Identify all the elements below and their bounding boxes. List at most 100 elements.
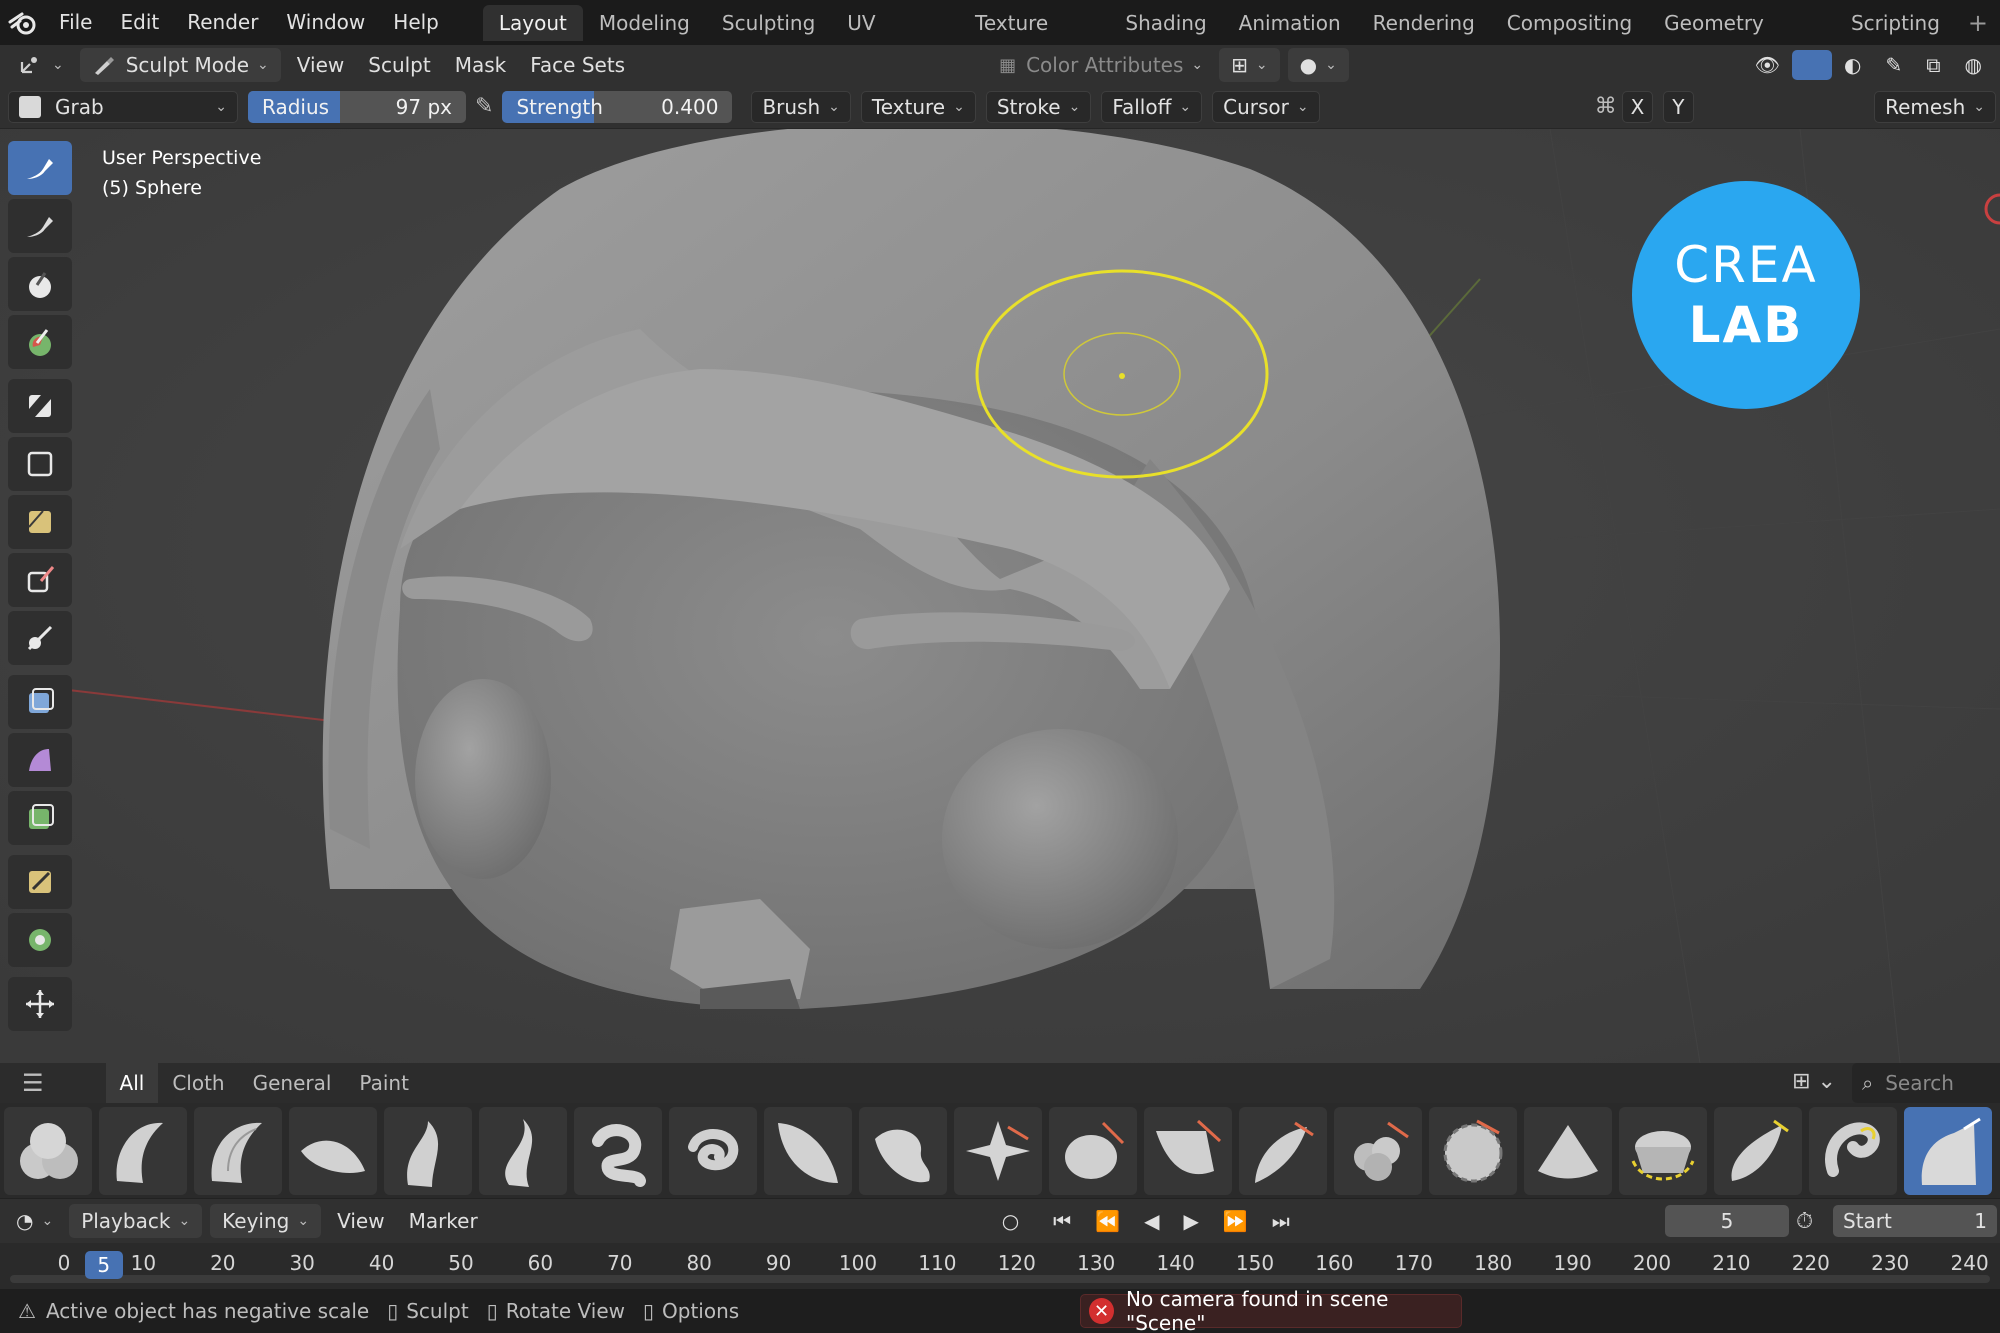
draw-brush-tool[interactable]	[8, 141, 72, 195]
menu-file[interactable]: File	[45, 0, 106, 45]
flatten-brush-thumb[interactable]	[1049, 1106, 1137, 1195]
wireframe-shading-icon[interactable]: ◍	[1953, 48, 1994, 82]
tab-geometry-nodes[interactable]: Geometry Nodes	[1648, 5, 1835, 71]
frame-ruler[interactable]: 0 10 20 30 40 50 60 70 80 90 100 110 120 130 140 150 160…	[0, 1243, 2000, 1289]
elastic-brush-thumb[interactable]	[1809, 1106, 1897, 1195]
multiplane-scrape-brush-thumb[interactable]	[1334, 1106, 1422, 1195]
shelf-tab-all[interactable]: All	[105, 1063, 159, 1103]
blender-logo-icon[interactable]	[0, 0, 45, 45]
menu-sculpt[interactable]: Sculpt	[356, 48, 442, 82]
axis-y-toggle[interactable]: Y	[1663, 90, 1694, 123]
play-reverse-icon[interactable]: ◀	[1132, 1204, 1171, 1238]
pinch2-brush-thumb[interactable]	[1429, 1106, 1517, 1195]
mesh-filter-tool[interactable]	[8, 675, 72, 729]
axis-x-toggle[interactable]: X	[1621, 90, 1654, 123]
draw-sharp-brush-thumb[interactable]	[479, 1106, 567, 1195]
brush-selector[interactable]: Grab ⌄	[8, 90, 238, 123]
keying-menu[interactable]: Keying ⌄	[210, 1204, 322, 1238]
jump-to-start-icon[interactable]: ⏮	[1041, 1204, 1083, 1238]
draw-brush-thumb[interactable]	[384, 1106, 472, 1195]
line-project-tool[interactable]	[8, 611, 72, 665]
tab-uv-editing[interactable]: UV Editing	[831, 5, 959, 71]
snake-hook-brush-thumb[interactable]	[1524, 1106, 1612, 1195]
tab-rendering[interactable]: Rendering	[1357, 5, 1491, 41]
menu-mask[interactable]: Mask	[443, 48, 519, 82]
shelf-tab-paint[interactable]: Paint	[345, 1063, 423, 1103]
menu-view[interactable]: View	[285, 48, 356, 82]
thumb-brush-thumb[interactable]	[1619, 1106, 1707, 1195]
pivot-dropdown[interactable]: ● ⌄	[1287, 48, 1349, 82]
asset-search-input[interactable]: ⌕ Search	[1852, 1063, 2000, 1103]
current-frame-field[interactable]: 5	[1665, 1205, 1789, 1237]
inflate-brush-thumb[interactable]	[574, 1106, 662, 1195]
timeline-view-menu[interactable]: View	[325, 1204, 396, 1238]
grab-brush-thumb[interactable]	[1904, 1106, 1992, 1195]
menu-edit[interactable]: Edit	[106, 0, 173, 45]
playback-menu[interactable]: Playback ⌄	[69, 1204, 203, 1238]
paint-tool[interactable]	[8, 315, 72, 369]
scrape-brush-thumb[interactable]	[1239, 1106, 1327, 1195]
blob-brush-thumb[interactable]	[4, 1106, 92, 1195]
trim-tool[interactable]	[8, 553, 72, 607]
texture-menu[interactable]: Texture ⌄	[860, 90, 976, 123]
edit-face-set-tool[interactable]	[8, 855, 72, 909]
grab-tool[interactable]	[8, 257, 72, 311]
auto-key-record-icon[interactable]: ○	[990, 1204, 1031, 1238]
visibility-eye-icon[interactable]: 👁	[1743, 48, 1792, 82]
cloth-filter-tool[interactable]	[8, 733, 72, 787]
tab-animation[interactable]: Animation	[1223, 5, 1357, 41]
clay-brush-thumb[interactable]	[99, 1106, 187, 1195]
timeline-editor-type[interactable]: ◔ ⌄	[4, 1204, 65, 1238]
falloff-menu[interactable]: Falloff ⌄	[1101, 90, 1203, 123]
timeline-scrollbar[interactable]	[10, 1275, 1990, 1283]
jump-to-keyframe-back-icon[interactable]: ⏪	[1083, 1204, 1132, 1238]
smooth-brush-thumb[interactable]	[764, 1106, 852, 1195]
face-set-tool[interactable]	[8, 495, 72, 549]
box-mask-tool[interactable]	[8, 437, 72, 491]
hamburger-menu-icon[interactable]: ☰	[0, 1069, 66, 1097]
start-frame-field[interactable]: Start 1	[1833, 1205, 1997, 1237]
overlay-icon[interactable]	[1792, 50, 1833, 80]
mode-selector[interactable]: Sculpt Mode ⌄	[79, 48, 281, 82]
brush-menu[interactable]: Brush ⌄	[751, 90, 851, 123]
shelf-tab-cloth[interactable]: Cloth	[158, 1063, 238, 1103]
add-workspace-button[interactable]: +	[1956, 9, 2000, 37]
stroke-menu[interactable]: Stroke ⌄	[985, 90, 1092, 123]
color-filter-tool[interactable]	[8, 791, 72, 845]
crease-brush-thumb[interactable]	[289, 1106, 377, 1195]
clay-strips-brush-thumb[interactable]	[194, 1106, 282, 1195]
pinch-brush-thumb[interactable]	[954, 1106, 1042, 1195]
editor-type-button[interactable]: ⌄	[6, 48, 76, 82]
tab-shading[interactable]: Shading	[1109, 5, 1222, 41]
tab-sculpting[interactable]: Sculpting	[706, 5, 831, 41]
stopwatch-icon[interactable]: ⏱	[1796, 1209, 1813, 1234]
tab-texture-paint[interactable]: Texture Paint	[959, 5, 1109, 71]
fill-brush-thumb[interactable]	[1144, 1106, 1232, 1195]
shelf-tab-general[interactable]: General	[239, 1063, 346, 1103]
move-tool[interactable]	[8, 977, 72, 1031]
tab-layout[interactable]: Layout	[482, 4, 583, 41]
xray-toggle-icon[interactable]: ⧉	[1914, 48, 1952, 82]
jump-to-keyframe-forward-icon[interactable]: ⏩	[1211, 1204, 1260, 1238]
display-mode-grid-icon[interactable]: ⊞ ⌄	[1792, 1069, 1836, 1094]
mask-tool[interactable]	[8, 379, 72, 433]
color-attributes-dropdown[interactable]: ▦ Color Attributes ⌄	[987, 48, 1215, 82]
timeline-marker-menu[interactable]: Marker	[397, 1204, 490, 1238]
blob2-brush-thumb[interactable]	[859, 1106, 947, 1195]
tab-compositing[interactable]: Compositing	[1491, 5, 1648, 41]
error-report[interactable]: ✕ No camera found in scene "Scene"	[1080, 1287, 1462, 1333]
symmetry-dropdown[interactable]: ⊞ ⌄	[1219, 48, 1280, 82]
draw-sharp-tool[interactable]	[8, 199, 72, 253]
gizmo-icon[interactable]: ◐	[1832, 48, 1873, 82]
3d-viewport[interactable]: User Perspective (5) Sphere CREA LAB	[0, 129, 2000, 1063]
strength-slider[interactable]: Strength 0.400	[502, 90, 733, 123]
pressure-pen-icon[interactable]: ✎	[475, 94, 493, 119]
play-icon[interactable]: ▶	[1171, 1204, 1210, 1238]
menu-window[interactable]: Window	[272, 0, 379, 45]
current-frame-indicator[interactable]: 5	[84, 1251, 123, 1279]
menu-render[interactable]: Render	[173, 0, 272, 45]
pen-tool-icon[interactable]: ✎	[1874, 48, 1915, 82]
radius-slider[interactable]: Radius 97 px	[248, 90, 466, 123]
tab-scripting[interactable]: Scripting	[1835, 5, 1956, 41]
tab-modeling[interactable]: Modeling	[583, 5, 706, 41]
